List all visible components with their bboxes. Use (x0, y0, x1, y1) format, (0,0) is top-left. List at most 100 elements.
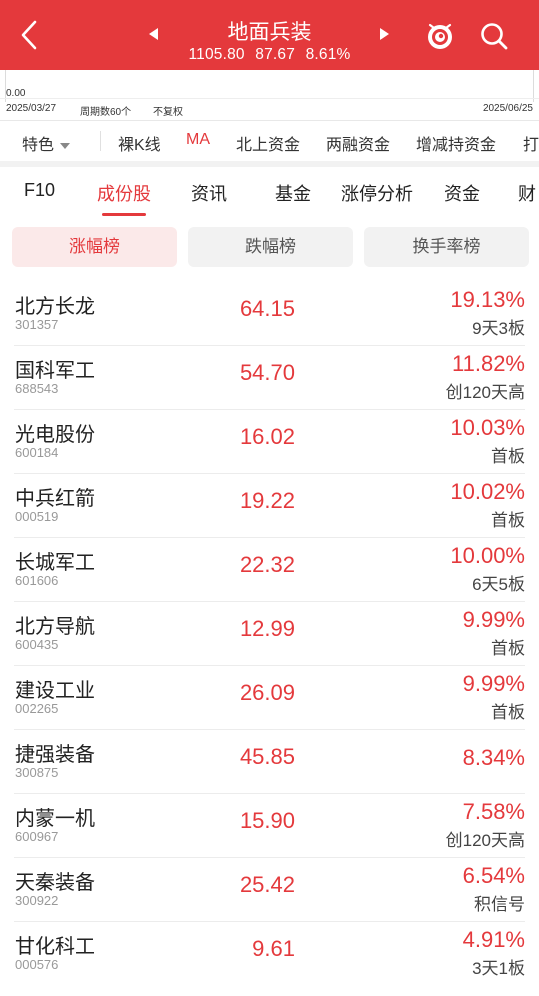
stock-row[interactable]: 捷强装备 300875 45.85 8.34% (0, 730, 539, 794)
stock-change-pct: 19.13% (450, 287, 525, 312)
stock-change-pct: 10.03% (450, 415, 525, 440)
stock-tag: 9天3板 (472, 319, 525, 338)
stock-name: 内蒙一机 (15, 808, 95, 830)
rank-turnover[interactable]: 换手率榜 (364, 227, 529, 267)
stock-code: 000576 (15, 957, 59, 972)
stock-row[interactable]: 内蒙一机 600967 15.90 7.58% 创120天高 (0, 794, 539, 858)
stock-tag: 6天5板 (472, 575, 525, 594)
stock-price: 45.85 (239, 744, 295, 769)
stock-row[interactable]: 国科军工 688543 54.70 11.82% 创120天高 (0, 346, 539, 410)
stock-code: 002265 (15, 701, 59, 716)
stock-code: 300875 (15, 765, 59, 780)
tab-news[interactable]: 资讯 (191, 180, 227, 206)
tab-f10[interactable]: F10 (24, 180, 55, 201)
stock-price: 64.15 (239, 296, 295, 321)
stock-row[interactable]: 建设工业 002265 26.09 9.99% 首板 (0, 666, 539, 730)
chart-start-date: 2025/03/27 (6, 103, 57, 114)
stock-change-pct: 9.99% (462, 671, 525, 696)
stock-tag: 创120天高 (445, 831, 525, 850)
stock-code: 600967 (15, 829, 59, 844)
index-change-pct: 8.61% (305, 46, 351, 63)
stock-code: 301357 (15, 317, 59, 332)
stock-code: 601606 (15, 573, 59, 588)
chart-end-date: 2025/06/25 (482, 103, 533, 114)
chart-strip[interactable]: 0.00 2025/03/27 周期数60个 不复权 2025/06/25 (0, 70, 539, 120)
stock-tag: 积信号 (474, 895, 525, 914)
stock-name: 光电股份 (15, 424, 95, 446)
stock-row[interactable]: 中兵红箭 000519 19.22 10.02% 首板 (0, 474, 539, 538)
top-bar: 地面兵装 1105.80 87.67 8.61% (0, 0, 539, 70)
index-change: 87.67 (255, 46, 296, 63)
section-gap (0, 161, 539, 167)
stock-price: 12.99 (239, 616, 295, 641)
stock-name: 北方导航 (15, 616, 95, 638)
stock-tag: 首板 (491, 511, 525, 530)
sector-quote: 1105.80 87.67 8.61% (0, 46, 539, 64)
stock-tag: 首板 (491, 447, 525, 466)
tab-finance[interactable]: 财 (518, 180, 536, 206)
tab-special-label: 特色 (22, 137, 55, 154)
chart-baseline (0, 98, 539, 99)
tab-naked-kline[interactable]: 裸K线 (118, 131, 161, 155)
stock-price: 15.90 (239, 808, 295, 833)
active-tab-indicator (102, 213, 146, 216)
tab-limit-up-analysis[interactable]: 涨停分析 (341, 180, 413, 206)
tab-more[interactable]: 打 (523, 131, 539, 155)
stock-price: 26.09 (239, 680, 295, 705)
tab-separator (100, 131, 101, 151)
stock-name: 建设工业 (15, 680, 95, 702)
stock-tag: 创120天高 (445, 383, 525, 402)
stock-price: 19.22 (239, 488, 295, 513)
tab-capital[interactable]: 资金 (444, 180, 480, 206)
stock-row[interactable]: 天秦装备 300922 25.42 6.54% 积信号 (0, 858, 539, 922)
stock-change-pct: 9.99% (462, 607, 525, 632)
stock-change-pct: 6.54% (462, 863, 525, 888)
stock-price: 22.32 (239, 552, 295, 577)
stock-tag: 首板 (491, 703, 525, 722)
tab-holding-change[interactable]: 增减持资金 (416, 131, 496, 155)
stock-name: 中兵红箭 (15, 488, 95, 510)
stock-change-pct: 10.00% (450, 543, 525, 568)
chart-adjust-mode: 不复权 (153, 107, 183, 118)
stock-tag: 3天1板 (472, 959, 525, 978)
caret-down-icon (60, 142, 71, 149)
stock-row[interactable]: 甘化科工 000576 9.61 4.91% 3天1板 (0, 922, 539, 986)
tab-fund[interactable]: 基金 (275, 180, 311, 206)
tab-margin[interactable]: 两融资金 (326, 131, 390, 155)
stock-name: 甘化科工 (15, 936, 95, 958)
tab-special[interactable]: 特色 (22, 131, 71, 155)
stock-row[interactable]: 光电股份 600184 16.02 10.03% 首板 (0, 410, 539, 474)
tab-constituents[interactable]: 成份股 (97, 180, 151, 206)
stock-code: 300922 (15, 893, 59, 908)
sector-title: 地面兵装 (227, 21, 312, 44)
stock-price: 54.70 (239, 360, 295, 385)
indicator-tabs: 特色 裸K线 MA 北上资金 两融资金 增减持资金 打 (0, 121, 539, 161)
stock-row[interactable]: 长城军工 601606 22.32 10.00% 6天5板 (0, 538, 539, 602)
stock-code: 600184 (15, 445, 59, 460)
stock-name: 国科军工 (15, 360, 95, 382)
stock-change-pct: 4.91% (462, 927, 525, 952)
stock-name: 天秦装备 (15, 872, 95, 894)
stock-price: 9.61 (252, 936, 295, 961)
stock-change-pct: 8.34% (462, 745, 525, 770)
stock-tag: 首板 (491, 639, 525, 658)
chart-period-count: 周期数60个 (80, 107, 132, 118)
stock-row[interactable]: 北方长龙 301357 64.15 19.13% 9天3板 (0, 282, 539, 346)
robot-icon[interactable] (424, 20, 456, 52)
tab-northbound[interactable]: 北上资金 (236, 131, 300, 155)
next-sector-icon[interactable] (380, 28, 389, 40)
stock-name: 长城军工 (15, 552, 95, 574)
stock-change-pct: 10.02% (450, 479, 525, 504)
stock-code: 600435 (15, 637, 59, 652)
tab-ma[interactable]: MA (186, 131, 210, 149)
stock-row[interactable]: 北方导航 600435 12.99 9.99% 首板 (0, 602, 539, 666)
stock-change-pct: 11.82% (452, 351, 525, 376)
stock-name: 北方长龙 (15, 296, 95, 318)
search-icon[interactable] (478, 20, 510, 52)
stock-code: 688543 (15, 381, 59, 396)
index-value: 1105.80 (188, 46, 245, 63)
stock-price: 25.42 (239, 872, 295, 897)
rank-gainers[interactable]: 涨幅榜 (12, 227, 177, 267)
rank-losers[interactable]: 跌幅榜 (188, 227, 353, 267)
stock-code: 000519 (15, 509, 59, 524)
